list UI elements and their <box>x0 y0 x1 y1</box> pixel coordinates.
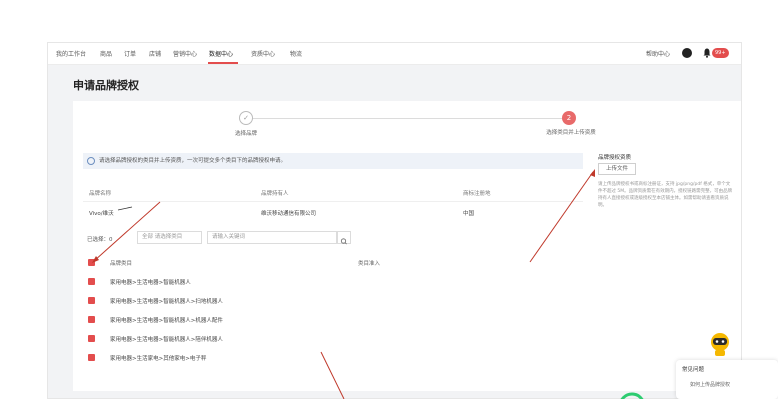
step-2-label: 选择类目并上传资质 <box>546 130 596 136</box>
category-select-placeholder: 请选择类目 <box>154 234 183 240</box>
header-registration-place: 商标注册地 <box>463 191 491 197</box>
step-1-label: 选择品牌 <box>234 131 257 137</box>
nav-item-orders[interactable]: 订单 <box>124 49 136 58</box>
help-popup[interactable]: 常见问题 如何上传品牌授权 <box>676 360 778 399</box>
upload-title: 品牌授权资质 <box>598 155 632 161</box>
nav-active-indicator <box>208 62 238 64</box>
nav-item-marketing[interactable]: 营销中心 <box>173 49 197 58</box>
app-window: 我的工作台 商品 订单 店铺 营销中心 数据中心 资质中心 物流 帮助中心 99… <box>47 42 742 399</box>
upload-file-button[interactable]: 上传文件 <box>598 163 636 175</box>
brand-name-cell: Vivo/维沃 <box>89 211 114 217</box>
notice-text: 请选择品牌授权的类目并上传资质，一次可提交多个类目下的品牌授权申请。 <box>99 158 287 164</box>
category-item: 家用电器>生活电器>智能机器人>陪伴机器人 <box>110 337 223 343</box>
category-select[interactable]: 全部 请选择类目 <box>137 231 202 244</box>
registration-place-cell: 中国 <box>463 211 475 217</box>
category-item: 家用电器>生活电器>智能机器人 <box>110 280 191 286</box>
notification-badge: 99+ <box>712 48 729 58</box>
nav-item-goods[interactable]: 商品 <box>100 49 112 58</box>
category-item: 家用电器>生活电器>智能机器人>机器人配件 <box>110 318 223 324</box>
popup-faq-item[interactable]: 如何上传品牌授权 <box>690 381 772 388</box>
apply-card: ✓ 2 选择品牌 选择类目并上传资质 请选择品牌授权的类目并上传资质，一次可提交… <box>73 101 741 391</box>
category-item: 家用电器>生活电器>智能机器人>扫地机器人 <box>110 299 223 305</box>
category-checkbox[interactable] <box>88 316 95 323</box>
category-checkbox[interactable] <box>88 297 95 304</box>
bell-icon[interactable] <box>703 48 711 58</box>
header-brand-holder: 品牌持有人 <box>261 191 289 197</box>
header-category: 品牌类目 <box>110 261 133 267</box>
top-navigation: 我的工作台 商品 订单 店铺 营销中心 数据中心 资质中心 物流 帮助中心 99… <box>48 43 741 65</box>
notice-banner: 请选择品牌授权的类目并上传资质，一次可提交多个类目下的品牌授权申请。 <box>83 153 583 169</box>
category-item: 家用电器>生活家电>其他家电>电子秤 <box>110 356 207 362</box>
floating-chat-icon[interactable] <box>610 386 650 399</box>
nav-item-store[interactable]: 店铺 <box>149 49 161 58</box>
select-all-checkbox[interactable] <box>88 259 95 266</box>
page-title: 申请品牌授权 <box>73 79 139 92</box>
search-button[interactable] <box>337 231 351 245</box>
info-icon <box>87 157 95 165</box>
help-center-link[interactable]: 帮助中心 <box>646 49 670 58</box>
nav-item-logistics[interactable]: 物流 <box>290 49 302 58</box>
nav-item-qualification[interactable]: 资质中心 <box>251 49 275 58</box>
assistant-mascot-icon[interactable] <box>706 330 734 358</box>
upload-description: 请上传品牌授权书或商标注册证，支持 jpg/png/pdf 格式，单个文件不超过… <box>598 182 733 208</box>
category-checkbox[interactable] <box>88 335 95 342</box>
search-icon <box>340 238 347 245</box>
category-checkbox[interactable] <box>88 278 95 285</box>
keyword-input[interactable]: 请输入关键词 <box>207 231 337 244</box>
nav-item-data[interactable]: 数据中心 <box>209 49 233 58</box>
step-2-indicator: 2 <box>562 111 576 125</box>
brand-holder-cell: 维沃移动通信有限公司 <box>261 211 317 217</box>
table-divider <box>83 201 583 202</box>
category-select-prefix: 全部 <box>142 234 154 240</box>
nav-item-workbench[interactable]: 我的工作台 <box>56 49 86 58</box>
header-category-access: 类目准入 <box>358 261 381 267</box>
header-brand-name: 品牌名称 <box>89 191 112 197</box>
selected-count: 已选择：0 <box>87 237 113 243</box>
category-checkbox[interactable] <box>88 354 95 361</box>
message-icon[interactable] <box>682 48 692 58</box>
popup-title: 常见问题 <box>682 367 705 373</box>
steps-line <box>248 118 568 119</box>
step-1-check-icon: ✓ <box>239 111 253 125</box>
